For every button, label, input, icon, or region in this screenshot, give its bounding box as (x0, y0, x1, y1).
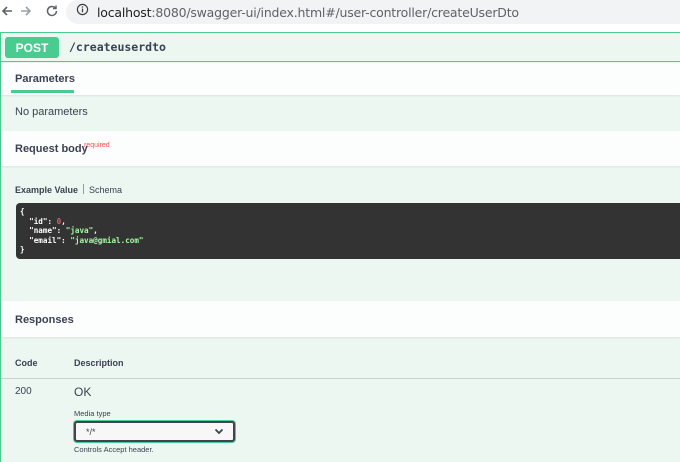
url-text: localhost:8080/swagger-ui/index.html#/us… (97, 4, 519, 20)
example-tabs: Example Value Schema (15, 184, 122, 195)
parameters-header: Parameters (1, 63, 680, 95)
column-description: Description (74, 358, 124, 368)
required-badge: required (84, 142, 110, 149)
code-line: "email": "java@gmial.com" (29, 235, 144, 245)
response-code: 200 (15, 386, 32, 397)
chevron-down-icon (213, 425, 225, 437)
browser-toolbar: localhost:8080/swagger-ui/index.html#/us… (0, 0, 680, 24)
code-line: } (20, 245, 25, 255)
responses-table-header: Code Description (1, 358, 680, 379)
no-parameters-text: No parameters (15, 106, 88, 118)
media-type-label: Media type (74, 409, 111, 418)
request-body-title: Request body (15, 143, 88, 155)
reload-icon[interactable] (43, 2, 61, 20)
address-bar[interactable]: localhost:8080/swagger-ui/index.html#/us… (66, 0, 680, 24)
code-line: "id": 0, (29, 216, 66, 226)
responses-header: Responses (1, 301, 680, 337)
tab-parameters[interactable]: Parameters (15, 73, 75, 85)
example-code-block: { "id": 0, "name": "java", "email": "jav… (16, 203, 680, 259)
code-line: { (20, 207, 25, 216)
site-info-icon[interactable] (76, 3, 89, 21)
forward-arrow-icon[interactable] (17, 2, 35, 20)
operation-path: /createuserdto (69, 40, 166, 54)
tab-example-value[interactable]: Example Value (15, 185, 78, 195)
operation-summary[interactable]: POST /createuserdto (1, 33, 680, 62)
back-arrow-icon[interactable] (0, 2, 16, 20)
column-code: Code (15, 358, 38, 368)
media-type-value: */* (86, 426, 96, 437)
code-line: "name": "java", (29, 226, 98, 236)
tab-schema[interactable]: Schema (89, 185, 122, 195)
media-type-select[interactable]: */* (74, 421, 235, 442)
tab-active-indicator (11, 90, 74, 93)
responses-title: Responses (15, 314, 74, 326)
operation-block: POST /createuserdto Parameters No parame… (0, 32, 680, 462)
controls-accept-text: Controls Accept header. (74, 445, 154, 454)
response-description: OK (74, 385, 92, 399)
tab-divider (83, 184, 85, 194)
method-badge: POST (5, 37, 59, 58)
